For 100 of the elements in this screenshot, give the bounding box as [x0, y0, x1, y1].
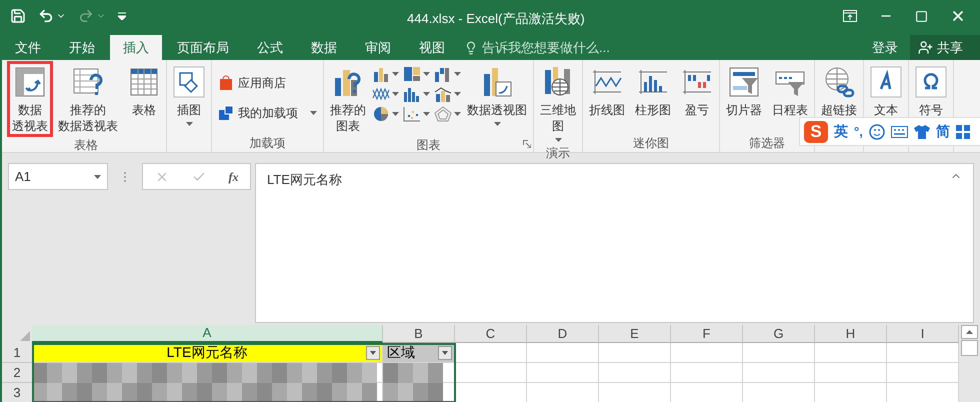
chart-type-button[interactable]: [372, 86, 399, 102]
group-label: 图表: [416, 137, 440, 154]
caret-icon: [423, 72, 430, 76]
grid-cell[interactable]: [887, 363, 959, 383]
grid-cell[interactable]: [671, 363, 743, 383]
caret-icon: [454, 112, 461, 116]
ribbon-button[interactable]: 柱形图: [631, 62, 675, 120]
scroll-thumb[interactable]: [961, 340, 978, 356]
ribbon-tab[interactable]: 插入: [110, 35, 162, 60]
grid-cell[interactable]: [815, 363, 887, 383]
save-icon[interactable]: [10, 8, 26, 24]
sign-in-link[interactable]: 登录: [860, 35, 910, 60]
ribbon-button[interactable]: 我的加载项: [218, 104, 317, 122]
row-header[interactable]: 1: [2, 343, 32, 363]
customize-icon[interactable]: [118, 12, 126, 20]
ribbon-button[interactable]: 数据 透视表: [8, 62, 52, 136]
close-icon[interactable]: [950, 8, 966, 24]
column-header[interactable]: F: [671, 325, 743, 343]
ribbon-display-icon[interactable]: [843, 10, 857, 22]
insert-function-button[interactable]: fx: [228, 168, 238, 186]
grid-cell[interactable]: [743, 343, 815, 363]
grid-cell[interactable]: [455, 363, 527, 383]
ribbon-button[interactable]: 盈亏: [677, 62, 717, 120]
script-mode[interactable]: 简: [936, 121, 950, 142]
ribbon-button[interactable]: 表格: [124, 62, 164, 120]
caret-icon: [494, 122, 500, 126]
chart-type-button[interactable]: [403, 66, 430, 82]
shirt-icon[interactable]: [914, 124, 930, 138]
grid-cell[interactable]: [599, 363, 671, 383]
smiley-icon[interactable]: [868, 124, 885, 140]
ribbon-button[interactable]: 日程表: [768, 62, 812, 120]
statistic-chart-icon: [403, 86, 421, 102]
chart-type-button[interactable]: [372, 66, 399, 82]
grid-cell[interactable]: [743, 363, 815, 383]
ribbon-button[interactable]: 应用商店: [218, 74, 317, 92]
grid-icon[interactable]: [956, 124, 970, 138]
ribbon-button[interactable]: 推荐的 数据透视表: [54, 62, 122, 136]
filter-dropdown-icon[interactable]: [366, 346, 380, 360]
grid-cell[interactable]: [671, 343, 743, 363]
pivot-chart-icon: [481, 66, 513, 98]
column-header[interactable]: I: [887, 325, 959, 343]
filter-dropdown-icon[interactable]: [438, 346, 452, 360]
row-header[interactable]: 3: [2, 383, 32, 402]
dialog-launcher-icon[interactable]: [523, 140, 531, 148]
chart-type-button[interactable]: [403, 86, 430, 102]
ribbon-button[interactable]: 文本: [866, 62, 906, 120]
button-label: 数据: [18, 102, 42, 118]
ribbon-button[interactable]: 推荐的 图表: [326, 62, 370, 136]
row-header[interactable]: 2: [2, 363, 32, 383]
user-add-icon: [918, 40, 933, 55]
chart-type-button[interactable]: [372, 106, 399, 122]
undo-icon[interactable]: [38, 8, 54, 24]
chart-type-button[interactable]: [434, 86, 461, 102]
ribbon-tab[interactable]: 文件: [2, 35, 54, 60]
ribbon-button[interactable]: 数据透视图: [463, 62, 531, 128]
ribbon-tab[interactable]: 审阅: [352, 35, 404, 60]
scroll-up-button[interactable]: [961, 325, 978, 339]
caret-icon: [392, 112, 399, 116]
punctuation-mode[interactable]: °,: [854, 122, 863, 142]
column-header[interactable]: C: [455, 325, 527, 343]
column-header[interactable]: H: [815, 325, 887, 343]
column-header[interactable]: E: [599, 325, 671, 343]
keyboard-icon[interactable]: [890, 126, 908, 138]
caret-icon: [392, 92, 399, 96]
formula-input[interactable]: LTE网元名称: [255, 163, 974, 323]
caret-icon: [454, 92, 461, 96]
column-header[interactable]: D: [527, 325, 599, 343]
grid-cell[interactable]: [815, 343, 887, 363]
maximize-icon[interactable]: [915, 10, 928, 22]
name-box[interactable]: A1: [8, 163, 108, 190]
ribbon-tab[interactable]: 页面布局: [164, 35, 242, 60]
button-label: 推荐的: [330, 102, 366, 118]
ribbon-button[interactable]: 三维地 图: [536, 62, 580, 144]
chart-type-button[interactable]: [434, 66, 461, 82]
column-header[interactable]: B: [383, 325, 455, 343]
grid-cell[interactable]: [527, 343, 599, 363]
grid-cell[interactable]: [599, 343, 671, 363]
ribbon-tab[interactable]: 公式: [244, 35, 296, 60]
chart-type-button[interactable]: [434, 106, 461, 122]
waterfall-chart-icon: [434, 66, 452, 82]
tell-me-field[interactable]: 告诉我您想要做什么...: [482, 38, 682, 58]
table-icon: [128, 66, 160, 98]
ribbon-button[interactable]: 切片器: [722, 62, 766, 120]
column-header[interactable]: A: [32, 325, 383, 343]
redo-icon: [78, 8, 94, 24]
share-button[interactable]: 共享: [910, 35, 980, 60]
input-mode[interactable]: 英: [834, 121, 848, 142]
grid-cell[interactable]: [527, 363, 599, 383]
button-label: 切片器: [726, 102, 762, 118]
ribbon-button[interactable]: 插图: [169, 62, 209, 128]
text-icon: [870, 66, 902, 98]
grid-cell[interactable]: [455, 343, 527, 363]
ribbon-tab[interactable]: 开始: [56, 35, 108, 60]
ribbon-tab[interactable]: 视图: [406, 35, 458, 60]
grid-cell[interactable]: [887, 343, 959, 363]
ribbon-tab[interactable]: 数据: [298, 35, 350, 60]
chart-type-button[interactable]: [403, 106, 430, 122]
column-header[interactable]: G: [743, 325, 815, 343]
caret-up-icon: [966, 330, 973, 334]
ribbon-button[interactable]: 折线图: [585, 62, 629, 120]
